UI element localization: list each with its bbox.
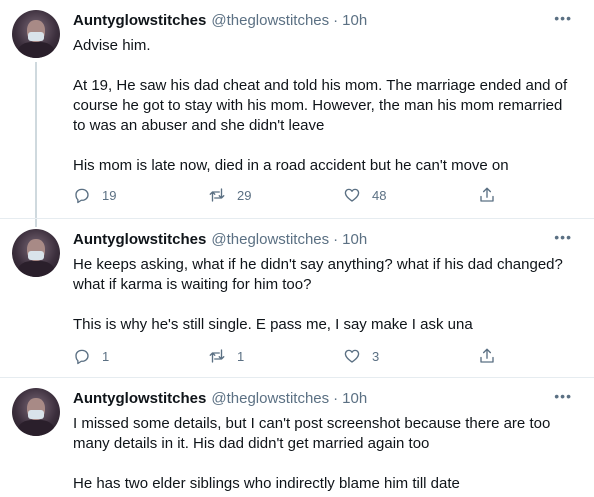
thread-connector xyxy=(35,62,37,218)
avatar[interactable] xyxy=(12,388,60,436)
retweet-icon xyxy=(209,188,225,202)
tweet-text: He keeps asking, what if he didn't say a… xyxy=(73,256,563,333)
user-handle[interactable]: @theglowstitches xyxy=(211,390,329,407)
share-icon xyxy=(480,348,494,363)
tweet[interactable]: Auntyglowstitches @theglowstitches · 10h… xyxy=(0,0,594,219)
tweet-actions: 19 29 48 xyxy=(73,186,496,204)
share-button[interactable] xyxy=(478,186,496,204)
retweet-icon xyxy=(209,349,225,363)
like-button[interactable]: 48 xyxy=(343,186,478,204)
retweet-count: 29 xyxy=(237,187,252,203)
separator-dot: · xyxy=(333,230,339,248)
separator-dot: · xyxy=(333,11,339,29)
display-name[interactable]: Auntyglowstitches xyxy=(73,231,206,248)
display-name[interactable]: Auntyglowstitches xyxy=(73,12,206,29)
timestamp[interactable]: 10h xyxy=(342,231,367,248)
like-icon xyxy=(344,349,360,363)
reply-count: 1 xyxy=(102,348,110,364)
reply-button[interactable]: 1 xyxy=(73,347,208,365)
retweet-button[interactable]: 1 xyxy=(208,347,343,365)
like-button[interactable]: 3 xyxy=(343,347,478,365)
thread-connector xyxy=(35,219,37,227)
tweet-actions: 1 1 3 xyxy=(73,347,496,365)
display-name[interactable]: Auntyglowstitches xyxy=(73,390,206,407)
user-handle[interactable]: @theglowstitches xyxy=(211,12,329,29)
retweet-button[interactable]: 29 xyxy=(208,186,343,204)
reply-button[interactable]: 19 xyxy=(73,186,208,204)
more-icon[interactable]: ••• xyxy=(554,229,572,245)
retweet-count: 1 xyxy=(237,348,245,364)
avatar[interactable] xyxy=(12,229,60,277)
reply-icon xyxy=(75,349,89,365)
timestamp[interactable]: 10h xyxy=(342,12,367,29)
tweet[interactable]: Auntyglowstitches @theglowstitches · 10h… xyxy=(0,219,594,378)
tweet-text: I missed some details, but I can't post … xyxy=(73,415,551,492)
user-handle[interactable]: @theglowstitches xyxy=(211,231,329,248)
share-button[interactable] xyxy=(478,347,496,365)
separator-dot: · xyxy=(333,389,339,407)
like-icon xyxy=(344,188,360,202)
share-icon xyxy=(480,187,494,202)
more-icon[interactable]: ••• xyxy=(554,388,572,404)
avatar[interactable] xyxy=(12,10,60,58)
like-count: 3 xyxy=(372,348,380,364)
reply-count: 19 xyxy=(102,187,117,203)
timestamp[interactable]: 10h xyxy=(342,390,367,407)
reply-icon xyxy=(75,188,89,204)
like-count: 48 xyxy=(372,187,387,203)
tweet-text: Advise him. At 19, He saw his dad cheat … xyxy=(73,37,568,174)
tweet[interactable]: Auntyglowstitches @theglowstitches · 10h… xyxy=(0,378,594,497)
more-icon[interactable]: ••• xyxy=(554,10,572,26)
